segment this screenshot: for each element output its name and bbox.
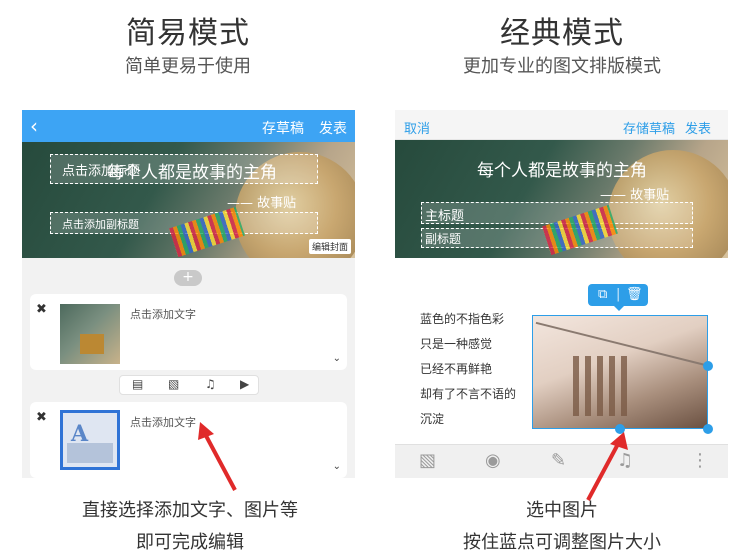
poem-line[interactable]: 却有了不言不语的	[420, 385, 516, 402]
edit-icon[interactable]: ✎	[551, 450, 566, 471]
insert-toolbar: ▤ ▧ ♫ ▶	[119, 375, 259, 395]
cover-signature: —— 故事贴	[227, 196, 297, 211]
video-icon[interactable]: ▶	[240, 377, 249, 391]
back-icon[interactable]: ‹	[30, 114, 38, 138]
remove-card-icon[interactable]: ✖	[36, 302, 47, 317]
selected-photo[interactable]	[532, 315, 708, 429]
camera-icon[interactable]: ◉	[485, 450, 501, 471]
poem-line[interactable]: 蓝色的不指色彩	[420, 310, 504, 327]
simple-mode-subheading: 简单更易于使用	[125, 56, 251, 77]
save-draft-button[interactable]: 存储草稿	[623, 118, 675, 137]
remove-card-icon[interactable]: ✖	[36, 410, 47, 425]
simple-mode-caption-line2: 即可完成编辑	[136, 532, 244, 553]
resize-handle[interactable]	[703, 361, 713, 371]
simple-mode-screen: ‹ 存草稿 发表 点击添加标题 每个人都是故事的主角 —— 故事贴 点击添加副标…	[22, 110, 355, 478]
top-bar: ‹ 存草稿 发表	[22, 110, 355, 142]
top-bar: 取消 存储草稿 发表	[395, 110, 728, 140]
edit-cover-button[interactable]: 编辑封面	[308, 239, 351, 254]
bottom-toolbar: ▧ ◉ ✎ ♫ ⋮	[395, 444, 728, 478]
resize-handle[interactable]	[703, 424, 713, 434]
pointer-arrow-icon	[198, 422, 237, 491]
crop-icon[interactable]: ⧉	[598, 287, 607, 302]
photo-toolbar: ⧉ | 🗑	[588, 284, 648, 311]
chevron-down-icon[interactable]: ⌄	[333, 461, 341, 472]
classic-mode-caption-line2: 按住蓝点可调整图片大小	[463, 532, 661, 553]
pointer-arrow-icon	[586, 432, 628, 501]
chevron-down-icon[interactable]: ⌄	[333, 353, 341, 364]
add-block-button[interactable]: +	[174, 270, 202, 286]
cover-image[interactable]: 点击添加标题 每个人都是故事的主角 —— 故事贴 点击添加副标题 编辑封面	[22, 142, 355, 258]
cancel-button[interactable]: 取消	[404, 118, 430, 137]
file-icon[interactable]: ▤	[132, 377, 143, 391]
classic-mode-heading: 经典模式	[500, 16, 624, 51]
classic-mode-caption-line1: 选中图片	[526, 500, 598, 521]
cover-overlay-text: 每个人都是故事的主角	[107, 163, 277, 183]
toolbar-notch	[614, 306, 624, 311]
content-card[interactable]: ✖ A 点击添加文字 ⌄	[30, 402, 347, 478]
trash-icon[interactable]: 🗑	[626, 287, 643, 302]
card-thumbnail[interactable]	[60, 304, 120, 364]
image-icon[interactable]: ▧	[168, 377, 179, 391]
poem-line[interactable]: 只是一种感觉	[420, 335, 492, 352]
publish-button[interactable]: 发表	[685, 118, 711, 137]
main-title-label: 主标题	[425, 209, 465, 224]
subtitle-box[interactable]	[421, 228, 693, 248]
cover-signature: —— 故事贴	[600, 188, 670, 203]
simple-mode-caption-line1: 直接选择添加文字、图片等	[82, 500, 298, 521]
classic-mode-screen: 取消 存储草稿 发表 每个人都是故事的主角 —— 故事贴 主标题 副标题 蓝色的…	[395, 110, 728, 478]
placeholder-shape	[67, 443, 113, 463]
music-icon[interactable]: ♫	[205, 377, 216, 391]
save-draft-button[interactable]: 存草稿	[262, 118, 304, 138]
publish-button[interactable]: 发表	[319, 118, 347, 138]
subtitle-label: 副标题	[425, 232, 462, 246]
divider: |	[616, 287, 621, 302]
card-thumbnail[interactable]: A	[60, 410, 120, 470]
poem-line[interactable]: 沉淀	[420, 410, 444, 427]
more-vertical-icon[interactable]: ⋮	[691, 450, 709, 471]
content-card[interactable]: ✖ 点击添加文字 ⌄	[30, 294, 347, 370]
classic-mode-subheading: 更加专业的图文排版模式	[463, 56, 661, 77]
card-text-placeholder[interactable]: 点击添加文字	[130, 414, 196, 430]
poem-line[interactable]: 已经不再鲜艳	[420, 360, 492, 377]
image-icon[interactable]: ▧	[419, 450, 436, 471]
cover-overlay-text: 每个人都是故事的主角	[477, 161, 647, 181]
subtitle-placeholder: 点击添加副标题	[62, 218, 139, 231]
cover-image[interactable]: 每个人都是故事的主角 —— 故事贴 主标题 副标题	[395, 140, 728, 258]
card-text-placeholder[interactable]: 点击添加文字	[130, 306, 196, 322]
simple-mode-heading: 简易模式	[126, 16, 250, 51]
